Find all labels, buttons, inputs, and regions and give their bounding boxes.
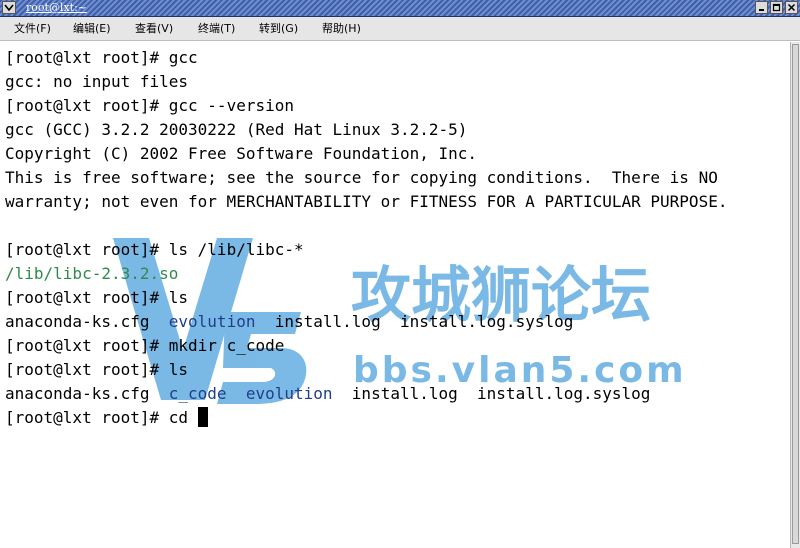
window-title: root@lxt:~ [26, 1, 87, 14]
separator [150, 312, 169, 331]
output-file-link: /lib/libc-2.3.2.so [5, 264, 179, 283]
menu-go[interactable]: 转到(G) [259, 21, 298, 37]
separator [458, 384, 477, 403]
shell-prompt: [root@lxt root]# [5, 288, 169, 307]
shell-prompt: [root@lxt root]# [5, 360, 169, 379]
menu-terminal[interactable]: 终端(T) [198, 21, 235, 37]
terminal-line: Copyright (C) 2002 Free Software Foundat… [5, 142, 477, 166]
separator [255, 312, 274, 331]
menu-view[interactable]: 查看(V) [135, 21, 173, 37]
shell-command: ls /lib/libc-* [168, 240, 304, 259]
shell-command: ls [168, 360, 189, 379]
text-cursor [197, 407, 208, 427]
terminal-line: [root@lxt root]# ls [5, 286, 188, 310]
menu-edit[interactable]: 编辑(E) [73, 21, 111, 37]
shell-command: mkdir c_code [168, 336, 285, 355]
directory-entry: c_code [168, 384, 227, 403]
menu-file[interactable]: 文件(F) [14, 21, 51, 37]
terminal-scrollbar[interactable] [790, 42, 800, 548]
terminal-line: This is free software; see the source fo… [5, 166, 718, 190]
close-icon [787, 3, 796, 12]
file-entry: anaconda-ks.cfg [5, 312, 150, 331]
shell-prompt: [root@lxt root]# [5, 408, 169, 427]
shell-prompt: [root@lxt root]# [5, 96, 169, 115]
menu-help[interactable]: 帮助(H) [322, 21, 361, 37]
window-titlebar[interactable]: root@lxt:~ [0, 0, 800, 17]
separator [227, 384, 246, 403]
file-entry: install.log [351, 384, 458, 403]
terminal-line: /lib/libc-2.3.2.so [5, 262, 178, 286]
terminal-line: [root@lxt root]# ls /lib/libc-* [5, 238, 304, 262]
shell-command: gcc [168, 48, 198, 67]
separator [381, 312, 400, 331]
file-entry: install.log.syslog [477, 384, 651, 403]
directory-entry: evolution [168, 312, 256, 331]
terminal-line: [root@lxt root]# mkdir c_code [5, 334, 284, 358]
output-text: warranty; not even for MERCHANTABILITY o… [5, 192, 728, 211]
maximize-button[interactable] [770, 1, 783, 14]
terminal-area[interactable]: 攻城狮论坛 bbs.vlan5.com [root@lxt root]# gcc… [0, 42, 790, 548]
shell-command: gcc --version [168, 96, 294, 115]
terminal-line: [root@lxt root]# cd [5, 406, 208, 430]
terminal-line: anaconda-ks.cfg evolution install.log in… [5, 310, 573, 334]
file-entry: install.log [274, 312, 381, 331]
output-text: This is free software; see the source fo… [5, 168, 718, 187]
output-text: Copyright (C) 2002 Free Software Foundat… [5, 144, 478, 163]
maximize-icon [772, 3, 781, 12]
terminal-line: gcc (GCC) 3.2.2 20030222 (Red Hat Linux … [5, 118, 467, 142]
output-text: gcc (GCC) 3.2.2 20030222 (Red Hat Linux … [5, 120, 468, 139]
terminal-line: gcc: no input files [5, 70, 188, 94]
directory-entry: evolution [245, 384, 333, 403]
terminal-line: [root@lxt root]# gcc [5, 46, 198, 70]
minimize-button[interactable] [755, 1, 768, 14]
file-entry: install.log.syslog [399, 312, 574, 331]
scrollbar-thumb[interactable] [792, 44, 799, 544]
shell-prompt: [root@lxt root]# [5, 336, 169, 355]
terminal-line: [root@lxt root]# gcc --version [5, 94, 294, 118]
minimize-icon [759, 9, 764, 11]
separator [333, 384, 352, 403]
separator [150, 384, 169, 403]
chevron-down-icon [4, 4, 14, 11]
window-menu-button[interactable] [2, 1, 16, 14]
shell-command: cd [168, 408, 198, 427]
terminal-line: anaconda-ks.cfg c_code evolution install… [5, 382, 650, 406]
output-text: gcc: no input files [5, 72, 189, 91]
menu-bar: 文件(F) 编辑(E) 查看(V) 终端(T) 转到(G) 帮助(H) [0, 17, 800, 41]
shell-prompt: [root@lxt root]# [5, 240, 169, 259]
shell-prompt: [root@lxt root]# [5, 48, 169, 67]
terminal-line: warranty; not even for MERCHANTABILITY o… [5, 190, 727, 214]
close-button[interactable] [785, 1, 798, 14]
shell-command: ls [168, 288, 189, 307]
file-entry: anaconda-ks.cfg [5, 384, 150, 403]
terminal-line: [root@lxt root]# ls [5, 358, 188, 382]
